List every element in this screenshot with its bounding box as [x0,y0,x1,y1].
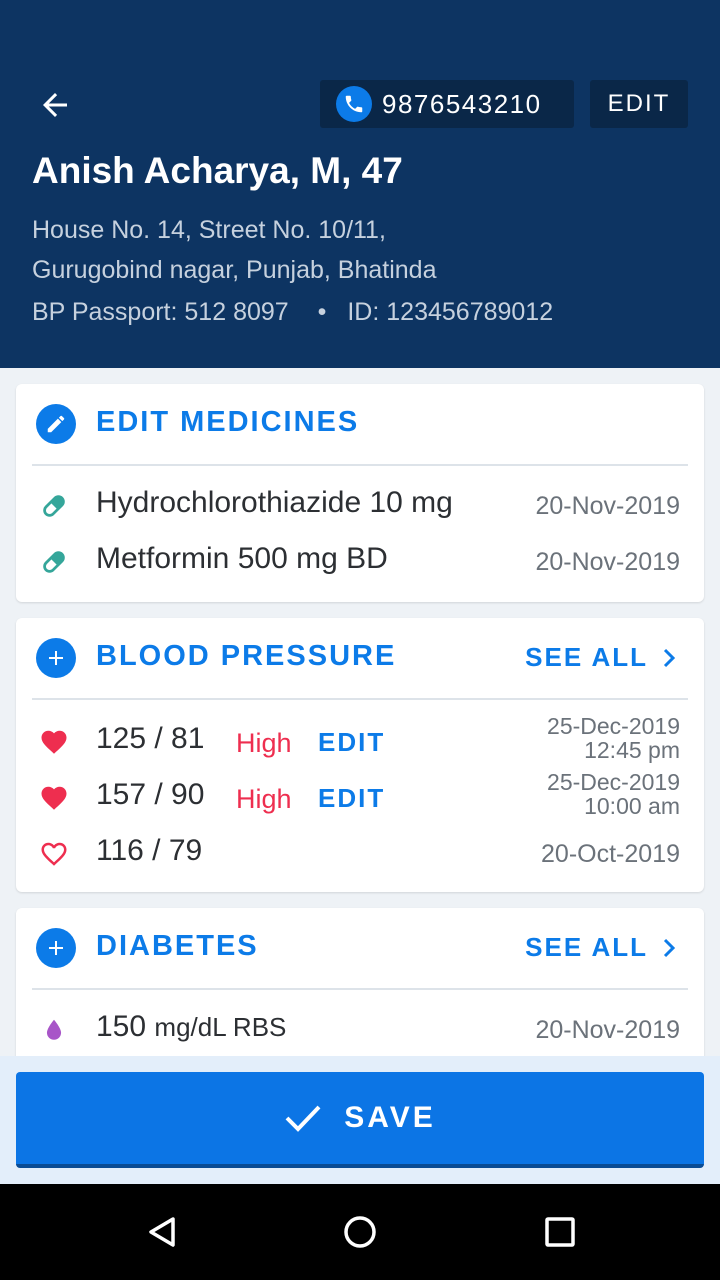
save-label: SAVE [344,1101,436,1134]
heart-filled-icon [38,782,70,814]
bp-datetime: 25-Dec-2019 12:45 pm [547,714,680,762]
nav-back-button[interactable] [132,1202,192,1262]
patient-header: 9876543210 EDIT Anish Acharya, M, 47 Hou… [0,0,720,368]
edit-medicines-title: EDIT MEDICINES [96,406,360,438]
chevron-right-icon [663,938,676,957]
pill-icon [38,490,70,522]
call-patient-button[interactable]: 9876543210 [320,80,574,128]
blood-pressure-title[interactable]: BLOOD PRESSURE [96,640,396,673]
address-line-2: Gurugobind nagar, Punjab, Bhatinda [32,256,437,284]
see-all-label: SEE ALL [525,642,648,672]
diabetes-card-header: DIABETES SEE ALL [16,908,704,990]
add-icon[interactable] [36,638,76,678]
medicine-date: 20-Nov-2019 [535,492,680,520]
nav-home-button[interactable] [330,1202,390,1262]
bp-reading-row: 125 / 81 High EDIT 25-Dec-2019 12:45 pm [16,714,704,770]
diabetes-card: DIABETES SEE ALL 150 mg/dL RBS 20-Nov-20… [16,908,704,1078]
bp-value: 116 / 79 [96,834,203,867]
blood-sugar-row: 150 mg/dL RBS 20-Nov-2019 [16,1002,704,1058]
bp-value: 157 / 90 [96,778,205,811]
divider [32,464,688,466]
blood-sugar-date: 20-Nov-2019 [535,1016,680,1044]
arrow-back-icon [43,93,67,117]
nav-recents-button[interactable] [530,1202,590,1262]
chevron-right-icon [663,648,676,667]
circle-home-icon [344,1216,376,1248]
add-icon[interactable] [36,928,76,968]
triangle-back-icon [149,1217,175,1247]
blood-sugar-unit: mg/dL RBS [154,1012,287,1042]
patient-address: House No. 14, Street No. 10/11, Gurugobi… [32,210,436,290]
save-button[interactable]: SAVE [16,1072,704,1168]
bp-date: 25-Dec-2019 [547,769,680,795]
patient-name: Anish Acharya, M, 47 [32,150,403,191]
bp-date: 20-Oct-2019 [541,840,680,868]
edit-bp-button[interactable]: EDIT [318,783,385,814]
heart-filled-icon [38,726,70,758]
medicines-card: EDIT MEDICINES Hydrochlorothiazide 10 mg… [16,384,704,602]
blood-pressure-card-header: BLOOD PRESSURE SEE ALL [16,618,704,700]
divider [32,988,688,990]
bp-status-high: High [236,728,292,758]
bp-time: 12:45 pm [584,737,680,763]
bp-status-high: High [236,784,292,814]
see-all-bp-button[interactable]: SEE ALL [525,642,676,673]
edit-bp-button[interactable]: EDIT [318,727,385,758]
see-all-label: SEE ALL [525,932,648,962]
medicine-date: 20-Nov-2019 [535,548,680,576]
medicines-card-header[interactable]: EDIT MEDICINES [16,384,704,466]
diabetes-title[interactable]: DIABETES [96,930,259,963]
bp-date: 25-Dec-2019 [547,713,680,739]
medicine-row: Hydrochlorothiazide 10 mg 20-Nov-2019 [16,478,704,534]
id-number: 123456789012 [386,298,554,326]
see-all-diabetes-button[interactable]: SEE ALL [525,932,676,963]
address-line-1: House No. 14, Street No. 10/11, [32,216,386,244]
bp-reading-row: 116 / 79 20-Oct-2019 [16,826,704,882]
square-recents-icon [545,1217,575,1247]
drop-icon [38,1014,70,1046]
bp-time: 10:00 am [584,793,680,819]
id-label: ID: [347,298,380,326]
edit-pencil-icon [36,404,76,444]
footer-bar: SAVE [0,1056,720,1184]
passport-label: BP Passport: [32,298,178,326]
phone-number: 9876543210 [382,88,542,119]
heart-outline-icon [38,838,70,870]
check-icon [285,1105,321,1132]
bp-datetime: 25-Dec-2019 10:00 am [547,770,680,818]
pill-icon [38,546,70,578]
medicine-row: Metformin 500 mg BD 20-Nov-2019 [16,534,704,590]
blood-sugar-value: 150 [96,1010,147,1043]
passport-number: 512 8097 [184,298,289,326]
bp-value: 125 / 81 [96,722,205,755]
separator-dot: • [317,298,327,326]
medicine-name: Metformin 500 mg BD [96,542,388,575]
edit-patient-button[interactable]: EDIT [590,80,688,128]
medicine-name: Hydrochlorothiazide 10 mg [96,486,453,519]
blood-sugar-reading: 150 mg/dL RBS [96,1010,286,1044]
phone-icon [336,86,372,122]
system-navigation-bar [0,1184,720,1280]
back-button[interactable] [30,82,80,128]
blood-pressure-card: BLOOD PRESSURE SEE ALL 125 / 81 High EDI… [16,618,704,892]
patient-identifiers: BP Passport: 512 8097 • ID: 123456789012 [32,298,553,327]
divider [32,698,688,700]
bp-reading-row: 157 / 90 High EDIT 25-Dec-2019 10:00 am [16,770,704,826]
